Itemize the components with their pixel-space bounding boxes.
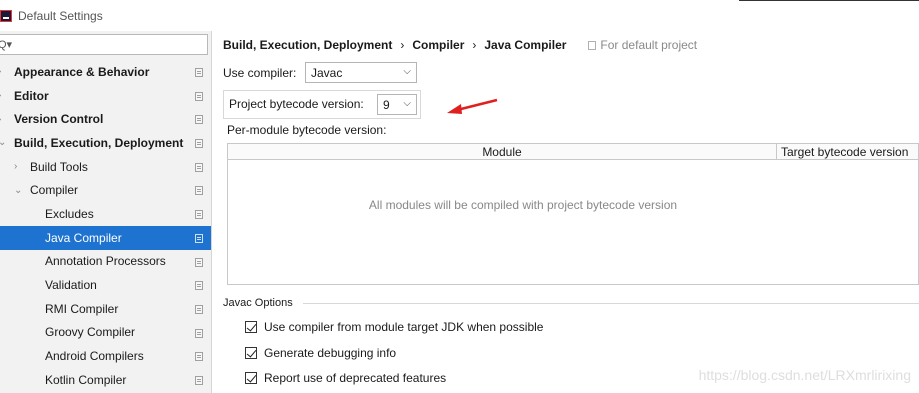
copy-icon xyxy=(195,257,203,267)
copy-icon xyxy=(195,352,203,362)
copy-icon xyxy=(588,40,597,50)
breadcrumb-separator: › xyxy=(472,38,477,52)
breadcrumb: Build, Execution, Deployment › Compiler … xyxy=(223,38,697,52)
checkbox-icon[interactable] xyxy=(245,347,257,359)
bytecode-version-value: 9 xyxy=(383,97,390,112)
bytecode-version-label: Project bytecode version: xyxy=(229,97,364,111)
chevron-down-icon: ⌵ xyxy=(403,98,411,109)
sidebar-item-label: Android Compilers xyxy=(45,349,144,364)
chevron-right-icon[interactable]: › xyxy=(14,161,17,172)
sidebar-item-appearance-behavior[interactable]: › Appearance & Behavior xyxy=(0,60,211,84)
copy-icon xyxy=(195,304,203,314)
copy-icon xyxy=(195,186,203,196)
sidebar-item-build-tools[interactable]: › Build Tools xyxy=(0,155,211,179)
copy-icon xyxy=(195,91,203,101)
copy-icon xyxy=(195,115,203,125)
column-divider[interactable] xyxy=(776,144,777,160)
red-annotation-arrow-icon xyxy=(447,98,498,114)
breadcrumb-item: Java Compiler xyxy=(484,38,567,52)
copy-icon xyxy=(195,233,203,243)
option-label: Report use of deprecated features xyxy=(264,371,447,385)
sidebar-item-label: Editor xyxy=(14,88,49,103)
breadcrumb-item: Compiler xyxy=(412,38,465,52)
module-bytecode-table[interactable]: Module Target bytecode version All modul… xyxy=(227,143,919,285)
sidebar-item-label: RMI Compiler xyxy=(45,301,119,316)
table-header: Module Target bytecode version xyxy=(228,144,918,160)
breadcrumb-separator: › xyxy=(400,38,405,52)
settings-search-box[interactable]: Q▾ xyxy=(0,34,208,55)
settings-tree: › Appearance & Behavior › Editor › Version Co… xyxy=(0,60,211,392)
sidebar-item-label: Groovy Compiler xyxy=(45,325,136,340)
sidebar-item-annotation-processors[interactable]: Annotation Processors xyxy=(0,250,211,274)
scope-label: For default project xyxy=(600,38,698,52)
chevron-down-icon[interactable]: ⌄ xyxy=(14,185,22,196)
chevron-right-icon[interactable]: › xyxy=(0,90,1,101)
bytecode-version-select[interactable]: 9 ⌵ xyxy=(377,94,417,115)
sidebar-item-build-execution-deployment[interactable]: ⌄ Build, Execution, Deployment xyxy=(0,131,211,155)
option-debug-info[interactable]: Generate debugging info xyxy=(245,346,396,360)
sidebar-item-rmi-compiler[interactable]: RMI Compiler xyxy=(0,297,211,321)
sidebar-item-label: Compiler xyxy=(30,183,79,198)
sidebar-item-version-control[interactable]: › Version Control xyxy=(0,107,211,131)
sidebar-item-label: Build Tools xyxy=(30,159,88,174)
chevron-down-icon: ⌵ xyxy=(403,66,411,77)
copy-icon xyxy=(195,375,203,385)
column-header-module[interactable]: Module xyxy=(228,145,776,159)
sidebar-item-label: Build, Execution, Deployment xyxy=(14,135,184,150)
column-header-target-version[interactable]: Target bytecode version xyxy=(781,145,908,159)
sidebar-item-editor[interactable]: › Editor xyxy=(0,84,211,108)
settings-main-panel: Build, Execution, Deployment › Compiler … xyxy=(213,31,919,393)
sidebar-item-groovy-compiler[interactable]: Groovy Compiler xyxy=(0,321,211,345)
sidebar-item-excludes[interactable]: Excludes xyxy=(0,202,211,226)
sidebar-item-compiler[interactable]: ⌄ Compiler xyxy=(0,178,211,202)
compiler-select-value: Javac xyxy=(311,65,343,80)
title-bar-divider xyxy=(739,0,919,1)
table-empty-text: All modules will be compiled with projec… xyxy=(368,198,678,212)
per-module-label: Per-module bytecode version: xyxy=(227,123,387,137)
sidebar-item-label: Appearance & Behavior xyxy=(14,64,150,79)
sidebar-item-label: Annotation Processors xyxy=(45,254,166,269)
copy-icon xyxy=(195,328,203,338)
option-label: Use compiler from module target JDK when… xyxy=(264,320,544,334)
sidebar-item-label: Version Control xyxy=(14,112,104,127)
copy-icon xyxy=(195,162,203,172)
sidebar-item-label: Java Compiler xyxy=(45,230,122,245)
intellij-app-icon xyxy=(0,9,12,22)
sidebar-item-kotlin-compiler[interactable]: Kotlin Compiler xyxy=(0,368,211,392)
chevron-right-icon[interactable]: › xyxy=(0,66,1,77)
sidebar-item-android-compilers[interactable]: Android Compilers xyxy=(0,344,211,368)
copy-icon xyxy=(195,139,203,149)
sidebar-item-label: Excludes xyxy=(45,206,94,221)
search-icon[interactable]: Q▾ xyxy=(0,38,12,51)
sidebar-item-label: Validation xyxy=(45,278,97,293)
copy-icon xyxy=(195,210,203,220)
checkbox-icon[interactable] xyxy=(245,321,257,333)
copy-icon xyxy=(195,68,203,77)
breadcrumb-item: Build, Execution, Deployment xyxy=(223,38,393,52)
group-separator xyxy=(303,303,919,304)
javac-options-title: Javac Options xyxy=(223,297,293,309)
settings-search-input[interactable] xyxy=(14,37,199,52)
title-bar: Default Settings xyxy=(0,0,919,31)
option-deprecated[interactable]: Report use of deprecated features xyxy=(245,371,446,385)
compiler-select[interactable]: Javac ⌵ xyxy=(305,62,417,83)
option-use-module-jdk[interactable]: Use compiler from module target JDK when… xyxy=(245,320,543,334)
option-label: Generate debugging info xyxy=(264,346,397,360)
copy-icon xyxy=(195,281,203,291)
sidebar-item-java-compiler[interactable]: Java Compiler xyxy=(0,225,211,250)
sidebar-item-validation[interactable]: Validation xyxy=(0,273,211,297)
use-compiler-label: Use compiler: xyxy=(223,66,297,80)
chevron-right-icon[interactable]: › xyxy=(0,114,1,125)
checkbox-icon[interactable] xyxy=(245,372,257,384)
settings-sidebar: Q▾ › Appearance & Behavior › Editor › Version… xyxy=(0,31,212,393)
sidebar-item-label: Kotlin Compiler xyxy=(45,372,127,387)
chevron-down-icon[interactable]: ⌄ xyxy=(0,137,6,148)
window-title: Default Settings xyxy=(18,8,103,23)
watermark: https://blog.csdn.net/LRXmrlirixing xyxy=(698,367,911,383)
